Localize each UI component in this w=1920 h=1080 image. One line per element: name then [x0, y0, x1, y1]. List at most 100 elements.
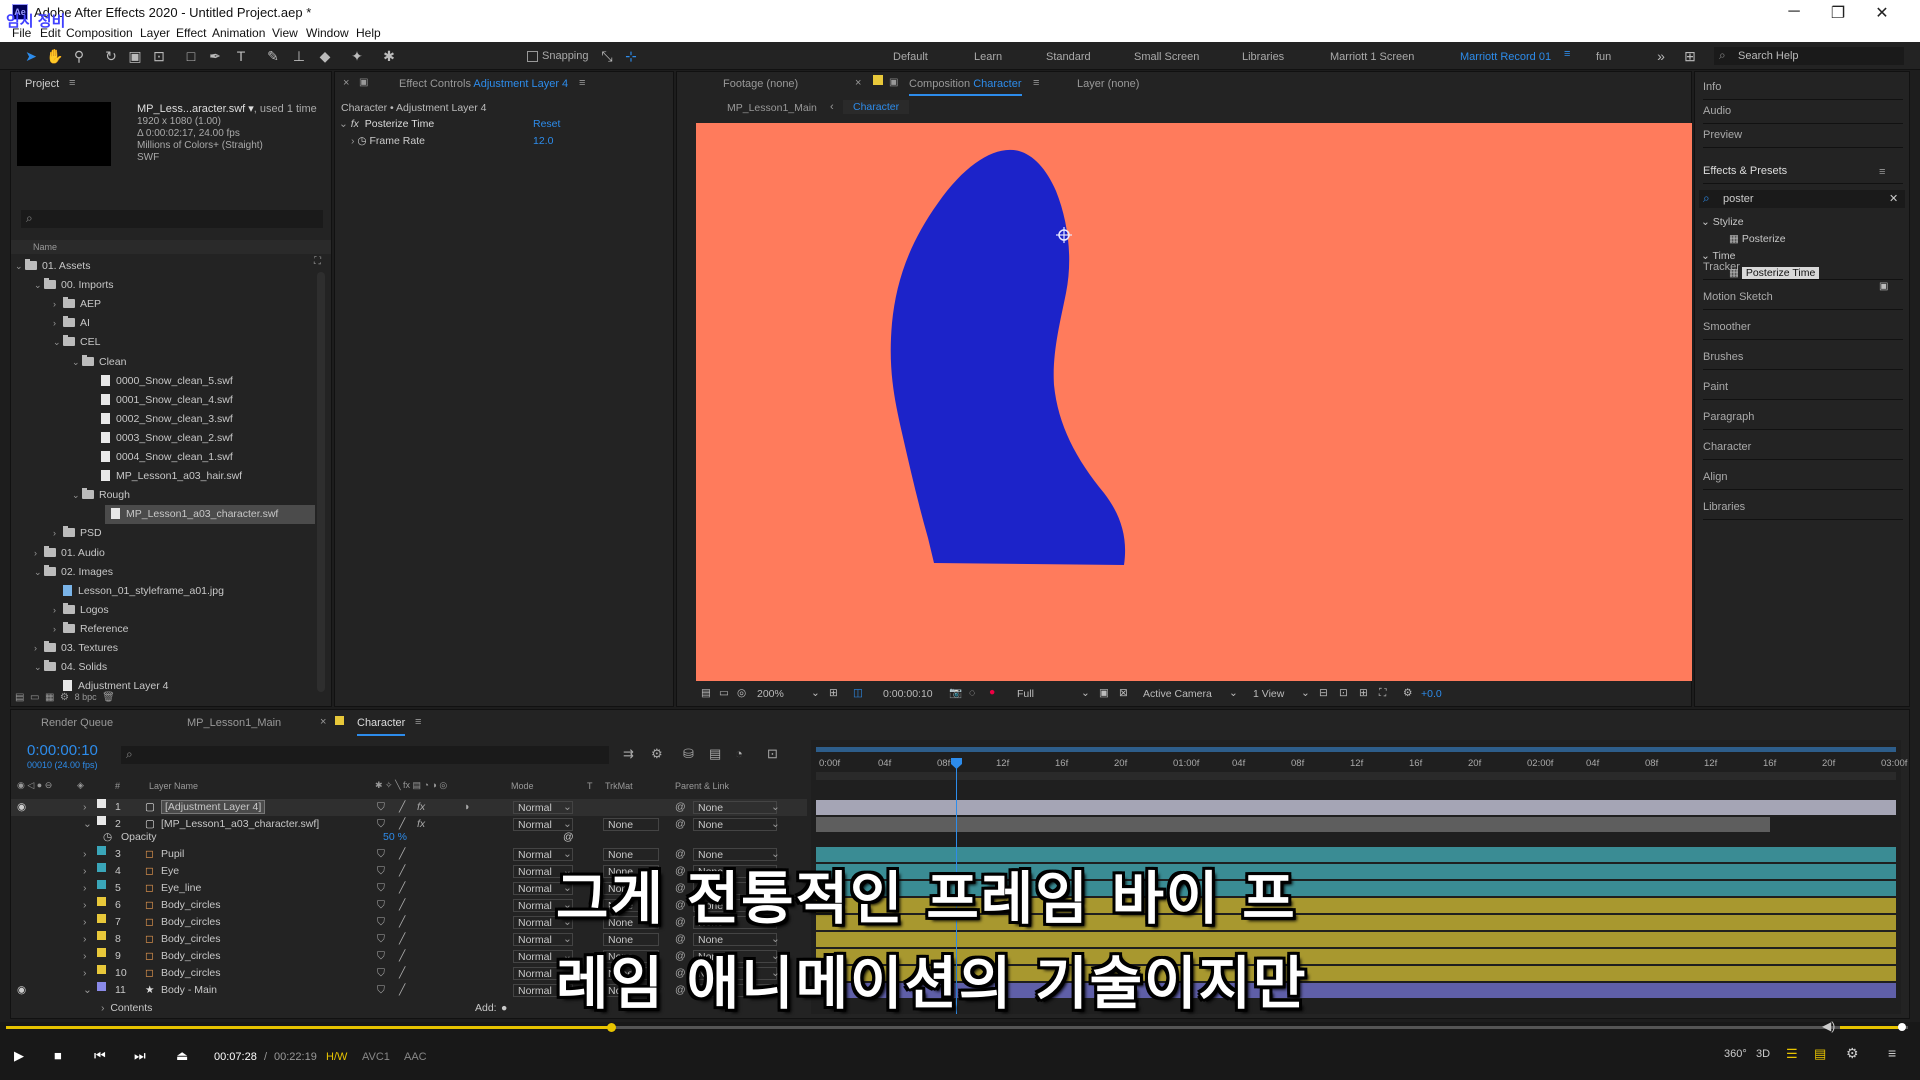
layer-label-color[interactable]: [97, 965, 106, 974]
camera-dropdown[interactable]: Active Camera: [1143, 688, 1212, 700]
quality-switch-icon[interactable]: ╱: [399, 863, 405, 880]
panel-character[interactable]: Character: [1703, 434, 1903, 460]
composition-tab[interactable]: Composition Character: [909, 78, 1022, 96]
timeline-tab-character[interactable]: Character: [357, 717, 406, 736]
vr-360-icon[interactable]: 360°: [1724, 1048, 1747, 1060]
panel-menu-icon[interactable]: ≡: [1879, 166, 1885, 178]
project-tab[interactable]: Project: [25, 78, 59, 90]
camera-tool-icon[interactable]: ▣: [126, 47, 144, 65]
fx-switch-icon[interactable]: fx: [417, 799, 425, 816]
timeline-tab-mp-lesson1-main[interactable]: MP_Lesson1_Main: [187, 717, 281, 729]
show-snapshot-icon[interactable]: ◌: [969, 687, 975, 699]
project-item[interactable]: ⌄ 04. Solids: [15, 658, 315, 677]
project-item[interactable]: ⌄ Clean: [15, 353, 315, 372]
project-item[interactable]: ⌄ 02. Images: [15, 563, 315, 582]
chevron-right-icon[interactable]: ›: [83, 799, 87, 816]
layer-label-color[interactable]: [97, 931, 106, 940]
rectangle-tool-icon[interactable]: □: [182, 47, 200, 65]
composition-canvas[interactable]: [696, 123, 1692, 681]
always-preview-icon[interactable]: ▤: [701, 687, 711, 699]
chevron-down-icon[interactable]: ⌄: [83, 816, 92, 833]
chevron-right-icon[interactable]: ›: [83, 897, 87, 914]
panel-libraries[interactable]: Libraries: [1703, 494, 1903, 520]
chevron-right-icon[interactable]: ›: [53, 620, 63, 639]
comp-breadcrumb-character[interactable]: Character: [843, 100, 910, 114]
shy-switch-icon[interactable]: ⛉: [377, 863, 385, 880]
quality-switch-icon[interactable]: ╱: [399, 948, 405, 965]
effects-search-input[interactable]: ⌕ poster ✕: [1699, 190, 1905, 208]
layer-name[interactable]: Eye: [161, 863, 179, 880]
project-item[interactable]: MP_Lesson1_a03_hair.swf: [15, 467, 315, 486]
project-item[interactable]: 0000_Snow_clean_5.swf: [15, 372, 315, 391]
visibility-icon[interactable]: ◉: [17, 982, 26, 999]
adjustment-switch-icon[interactable]: ◑: [463, 799, 469, 816]
layer-duration-bar[interactable]: [816, 800, 1896, 815]
chevron-down-icon[interactable]: ⌄: [811, 687, 820, 699]
chevron-right-icon[interactable]: ›: [53, 524, 63, 543]
project-column-name[interactable]: Name: [11, 240, 331, 254]
layer-duration-bar[interactable]: [816, 817, 1770, 832]
new-bin-icon[interactable]: ▣: [1879, 281, 1888, 292]
footage-tab[interactable]: Footage (none): [723, 78, 798, 90]
3d-icon[interactable]: 3D: [1756, 1048, 1770, 1060]
panel-preview[interactable]: Preview: [1703, 122, 1903, 148]
project-item[interactable]: › PSD: [15, 524, 315, 543]
quality-switch-icon[interactable]: ╱: [399, 982, 405, 999]
puppet-pin-icon[interactable]: ✱: [380, 47, 398, 65]
snapshot-icon[interactable]: 📷: [949, 686, 962, 699]
quality-switch-icon[interactable]: ╱: [399, 914, 405, 931]
opacity-value[interactable]: 50 %: [383, 829, 407, 846]
chevron-right-icon[interactable]: ›: [83, 965, 87, 982]
panel-menu-icon[interactable]: ≡: [1033, 77, 1039, 89]
comp-breadcrumb-main[interactable]: MP_Lesson1_Main: [727, 102, 817, 114]
shy-layers-icon[interactable]: ⛁: [683, 746, 694, 762]
project-item[interactable]: › Logos: [15, 601, 315, 620]
project-item[interactable]: 0004_Snow_clean_1.swf: [15, 448, 315, 467]
type-tool-icon[interactable]: T: [232, 47, 250, 65]
flowchart-icon[interactable]: ⛶: [1379, 687, 1386, 700]
volume-slider[interactable]: [1840, 1026, 1904, 1029]
chevron-down-icon[interactable]: ⌄: [34, 563, 44, 582]
layer-label-color[interactable]: [97, 863, 106, 872]
workspace-marriott-record-01[interactable]: Marriott Record 01: [1460, 51, 1551, 63]
stopwatch-icon[interactable]: ◷: [357, 135, 366, 147]
shy-switch-icon[interactable]: ⛉: [377, 880, 385, 897]
menu-animation[interactable]: Animation: [212, 26, 265, 40]
layer-name[interactable]: [Adjustment Layer 4]: [161, 800, 266, 814]
exposure-icon[interactable]: ⚙: [1403, 687, 1412, 699]
project-item[interactable]: › AI: [15, 314, 315, 333]
next-icon[interactable]: ⏭: [134, 1048, 146, 1064]
panel-audio[interactable]: Audio: [1703, 98, 1903, 124]
fast-preview-icon[interactable]: ▣: [1099, 687, 1109, 699]
close-tab-icon[interactable]: ×: [855, 77, 861, 89]
project-item[interactable]: › Reference: [15, 620, 315, 639]
project-scrollbar[interactable]: [317, 272, 325, 692]
workspace-standard[interactable]: Standard: [1046, 51, 1091, 63]
work-area-bar[interactable]: [816, 747, 1896, 752]
3d-view-icon[interactable]: ⊡: [1339, 687, 1348, 699]
effect-posterize-time[interactable]: ⌄ fx Posterize Time Reset: [339, 118, 669, 134]
volume-icon[interactable]: ◀): [1822, 1019, 1835, 1033]
chevron-down-icon[interactable]: ⌄: [1301, 687, 1310, 699]
restore-icon[interactable]: ❐: [1818, 3, 1858, 27]
trash-icon[interactable]: 🗑: [102, 692, 115, 703]
workspace-default[interactable]: Default: [893, 51, 928, 63]
project-item[interactable]: 0003_Snow_clean_2.swf: [15, 429, 315, 448]
shy-switch-icon[interactable]: ⛉: [377, 846, 385, 863]
workspace-overflow-icon[interactable]: »: [1652, 47, 1670, 65]
lock-icon[interactable]: ▣: [359, 77, 368, 88]
expression-pickwhip-icon[interactable]: @: [563, 829, 574, 846]
menu-icon[interactable]: ≡: [1888, 1045, 1896, 1061]
previous-icon[interactable]: ⏮: [94, 1048, 106, 1064]
chevron-right-icon[interactable]: ›: [83, 846, 87, 863]
project-search-input[interactable]: ⌕: [21, 210, 323, 228]
resolution-dropdown[interactable]: Full: [1017, 688, 1034, 700]
mask-visibility-icon[interactable]: ◎: [737, 687, 746, 699]
quality-switch-icon[interactable]: ╱: [399, 846, 405, 863]
video-progress-knob[interactable]: [606, 1023, 616, 1032]
views-dropdown[interactable]: 1 View: [1253, 688, 1284, 700]
menu-edit[interactable]: Edit: [40, 26, 61, 40]
stop-icon[interactable]: ■: [54, 1048, 62, 1063]
eject-icon[interactable]: ⏏: [176, 1048, 188, 1064]
project-item[interactable]: › AEP: [15, 295, 315, 314]
